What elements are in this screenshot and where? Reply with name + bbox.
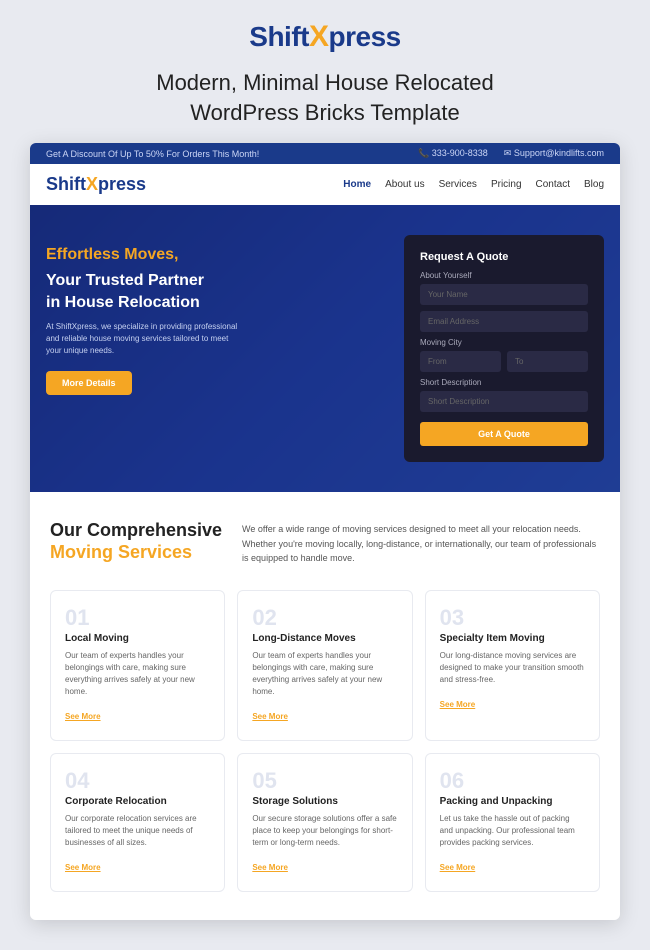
hero-heading-accent: Effortless Moves, (46, 245, 388, 266)
quote-form-section-label: About Yourself (420, 271, 588, 280)
brand-x-accent: X (309, 20, 329, 53)
brand-header: ShiftXpress (30, 20, 620, 54)
service-desc-02: Our team of experts handles your belongi… (252, 650, 397, 698)
service-card-06: 06 Packing and Unpacking Let us take the… (425, 753, 600, 892)
service-name-03: Specialty Item Moving (440, 633, 585, 644)
service-desc-04: Our corporate relocation services are ta… (65, 813, 210, 849)
nav-link-about[interactable]: About us (385, 179, 424, 190)
nav-link-services[interactable]: Services (439, 179, 477, 190)
nav-bar: ShiftXpress Home About us Services Prici… (30, 164, 620, 205)
top-bar-promo: Get A Discount Of Up To 50% For Orders T… (46, 149, 259, 159)
hero-subtext: At ShiftXpress, we specialize in providi… (46, 321, 246, 357)
services-description: We offer a wide range of moving services… (242, 520, 600, 565)
services-section: Our Comprehensive Moving Services We off… (30, 492, 620, 919)
quote-city-label: Moving City (420, 338, 588, 347)
quote-form: Request A Quote About Yourself Moving Ci… (404, 235, 604, 462)
services-top: Our Comprehensive Moving Services We off… (50, 520, 600, 565)
service-link-05[interactable]: See More (252, 863, 288, 872)
quote-desc-input[interactable] (420, 391, 588, 412)
top-bar-phone: 📞 333-900-8338 (418, 148, 488, 159)
tagline-line1: Modern, Minimal House Relocated (30, 68, 620, 98)
service-name-06: Packing and Unpacking (440, 796, 585, 807)
nav-link-home[interactable]: Home (343, 179, 371, 190)
service-link-02[interactable]: See More (252, 712, 288, 721)
nav-link-pricing[interactable]: Pricing (491, 179, 522, 190)
quote-desc-label: Short Description (420, 378, 588, 387)
hero-section: Effortless Moves, Your Trusted Partnerin… (30, 205, 620, 492)
quote-to-input[interactable] (507, 351, 588, 372)
brand-name-part1: Shift (249, 21, 309, 52)
service-card-04: 04 Corporate Relocation Our corporate re… (50, 753, 225, 892)
service-desc-03: Our long-distance moving services are de… (440, 650, 585, 686)
nav-link-contact[interactable]: Contact (536, 179, 570, 190)
service-num-03: 03 (440, 607, 585, 629)
tagline-line2: WordPress Bricks Template (30, 98, 620, 128)
service-num-06: 06 (440, 770, 585, 792)
services-title-line2: Moving Services (50, 542, 222, 564)
quote-email-input[interactable] (420, 311, 588, 332)
nav-logo: ShiftXpress (46, 174, 146, 195)
service-desc-01: Our team of experts handles your belongi… (65, 650, 210, 698)
quote-submit-button[interactable]: Get A Quote (420, 422, 588, 446)
service-name-01: Local Moving (65, 633, 210, 644)
top-bar-contacts: 📞 333-900-8338 ✉ Support@kindlifts.com (418, 148, 604, 159)
services-heading-block: Our Comprehensive Moving Services (50, 520, 222, 565)
tagline-block: Modern, Minimal House Relocated WordPres… (30, 68, 620, 127)
service-name-05: Storage Solutions (252, 796, 397, 807)
quote-form-title: Request A Quote (420, 251, 588, 263)
service-card-01: 01 Local Moving Our team of experts hand… (50, 590, 225, 741)
service-link-06[interactable]: See More (440, 863, 476, 872)
service-name-02: Long-Distance Moves (252, 633, 397, 644)
service-num-05: 05 (252, 770, 397, 792)
quote-city-row (420, 351, 588, 378)
nav-logo-part1: Shift (46, 174, 86, 194)
brand-name-part2: press (329, 21, 401, 52)
service-name-04: Corporate Relocation (65, 796, 210, 807)
top-bar-email: ✉ Support@kindlifts.com (504, 148, 604, 159)
quote-from-input[interactable] (420, 351, 501, 372)
nav-link-blog[interactable]: Blog (584, 179, 604, 190)
services-title-line1: Our Comprehensive (50, 520, 222, 542)
nav-links: Home About us Services Pricing Contact B… (343, 179, 604, 190)
hero-heading-main: Your Trusted Partnerin House Relocation (46, 270, 388, 313)
service-link-04[interactable]: See More (65, 863, 101, 872)
service-num-01: 01 (65, 607, 210, 629)
quote-name-input[interactable] (420, 284, 588, 305)
service-num-04: 04 (65, 770, 210, 792)
service-desc-05: Our secure storage solutions offer a saf… (252, 813, 397, 849)
service-desc-06: Let us take the hassle out of packing an… (440, 813, 585, 849)
page-wrapper: ShiftXpress Modern, Minimal House Reloca… (0, 0, 650, 950)
nav-logo-x: X (86, 174, 98, 194)
site-mockup: Get A Discount Of Up To 50% For Orders T… (30, 143, 620, 919)
hero-more-details-button[interactable]: More Details (46, 371, 132, 395)
service-card-03: 03 Specialty Item Moving Our long-distan… (425, 590, 600, 741)
brand-logo-top: ShiftXpress (30, 20, 620, 54)
service-link-01[interactable]: See More (65, 712, 101, 721)
top-bar: Get A Discount Of Up To 50% For Orders T… (30, 143, 620, 164)
hero-content: Effortless Moves, Your Trusted Partnerin… (46, 235, 388, 462)
service-num-02: 02 (252, 607, 397, 629)
service-card-02: 02 Long-Distance Moves Our team of exper… (237, 590, 412, 741)
nav-logo-part2: press (98, 174, 146, 194)
service-link-03[interactable]: See More (440, 700, 476, 709)
service-card-05: 05 Storage Solutions Our secure storage … (237, 753, 412, 892)
services-grid: 01 Local Moving Our team of experts hand… (50, 590, 600, 892)
